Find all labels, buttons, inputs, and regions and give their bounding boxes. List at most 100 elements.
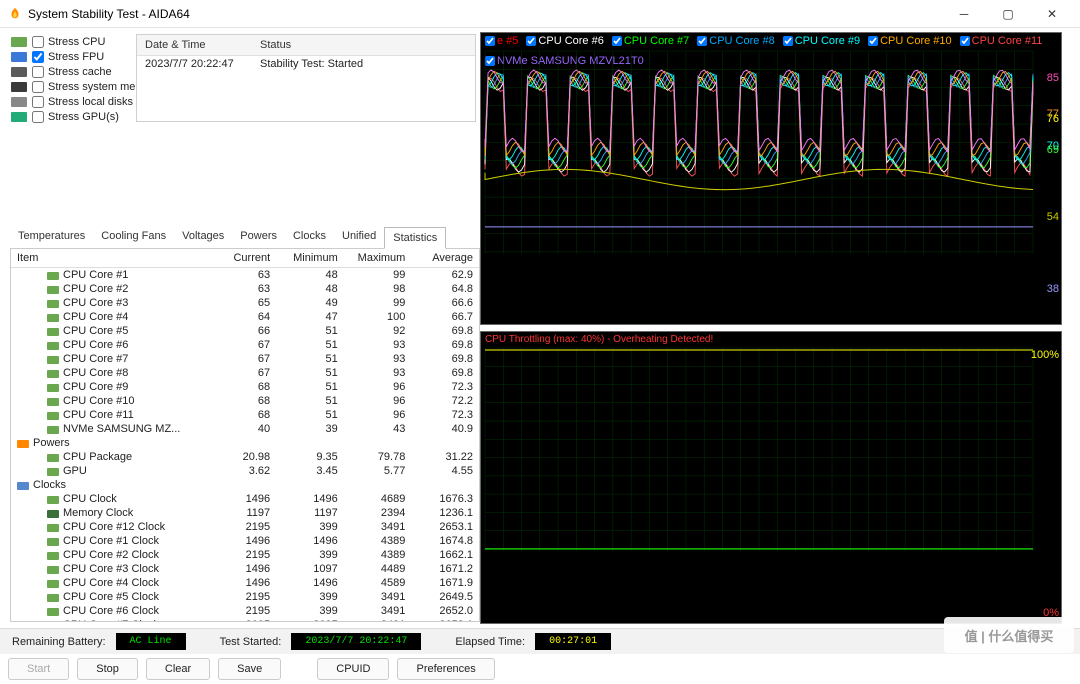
throttling-chart: CPU Throttling (max: 40%) - Overheating … [480,331,1062,624]
tab-statistics[interactable]: Statistics [384,227,446,249]
table-row[interactable]: CPU Core #7 Clock2095209534912658.1 [11,618,479,622]
cpu-icon [47,355,59,363]
table-row[interactable]: CPU Core #1168519672.3 [11,408,479,422]
minimize-button[interactable]: ─ [944,2,984,26]
cpu-icon [47,299,59,307]
cpu-icon [47,327,59,335]
table-row[interactable]: CPU Core #3 Clock1496109744891671.2 [11,562,479,576]
table-row[interactable]: CPU Core #1 Clock1496149643891674.8 [11,534,479,548]
save-button[interactable]: Save [218,658,281,680]
table-row[interactable]: CPU Clock1496149646891676.3 [11,492,479,506]
legend-item[interactable]: e #5 [485,35,518,47]
status-bar: Remaining Battery: AC Line Test Started:… [0,628,1080,654]
stress-checkbox[interactable] [32,96,44,108]
battery-label: Remaining Battery: [12,636,106,648]
stop-button[interactable]: Stop [77,658,138,680]
legend-checkbox[interactable] [485,36,495,46]
cpuid-button[interactable]: CPUID [317,658,389,680]
cpu-icon [47,453,59,461]
legend-item[interactable]: CPU Core #7 [612,35,689,47]
legend-checkbox[interactable] [783,36,793,46]
table-row[interactable]: CPU Core #4644710066.7 [11,310,479,324]
legend-checkbox[interactable] [526,36,536,46]
table-row[interactable]: CPU Core #667519369.8 [11,338,479,352]
tab-clocks[interactable]: Clocks [285,226,334,248]
table-row[interactable]: CPU Core #163489962.9 [11,268,479,283]
stress-checkbox[interactable] [32,51,44,63]
statistics-table[interactable]: ItemCurrentMinimumMaximumAverageCPU Core… [10,248,480,622]
table-row[interactable]: NVMe SAMSUNG MZ...40394340.9 [11,422,479,436]
stress-label: Stress local disks [48,96,133,108]
start-button[interactable]: Start [8,658,69,680]
table-row[interactable]: CPU Core #867519369.8 [11,366,479,380]
stress-checkbox[interactable] [32,36,44,48]
cpu-icon [47,607,59,615]
table-row[interactable]: CPU Package20.989.3579.7831.22 [11,450,479,464]
legend-item[interactable]: CPU Core #6 [526,35,603,47]
close-button[interactable]: ✕ [1032,2,1072,26]
table-row[interactable]: CPU Core #767519369.8 [11,352,479,366]
cpu-icon [47,425,59,433]
stress-checkbox[interactable] [32,66,44,78]
cpu-icon [47,313,59,321]
tab-temperatures[interactable]: Temperatures [10,226,93,248]
table-row[interactable]: CPU Core #2 Clock219539943891662.1 [11,548,479,562]
elapsed-label: Elapsed Time: [455,636,525,648]
table-row[interactable]: CPU Core #4 Clock1496149645891671.9 [11,576,479,590]
legend-label: e #5 [497,35,518,47]
stress-label: Stress FPU [48,51,104,63]
table-row[interactable]: CPU Core #1068519672.2 [11,394,479,408]
legend-checkbox[interactable] [960,36,970,46]
stress-checkbox[interactable] [32,111,44,123]
legend-label: CPU Core #11 [972,35,1043,47]
table-row[interactable]: Powers [11,436,479,450]
legend-item[interactable]: CPU Core #8 [697,35,774,47]
cpu-icon [47,593,59,601]
table-row[interactable]: CPU Core #6 Clock219539934912652.0 [11,604,479,618]
cpu-icon [47,565,59,573]
table-row[interactable]: CPU Core #968519672.3 [11,380,479,394]
tab-voltages[interactable]: Voltages [174,226,232,248]
legend-item[interactable]: CPU Core #9 [783,35,860,47]
watermark: 值 | 什么值得买 [944,617,1074,653]
legend-label: CPU Core #6 [538,35,603,47]
stress-label: Stress GPU(s) [48,111,119,123]
started-label: Test Started: [220,636,282,648]
log-header-datetime: Date & Time [137,35,252,55]
ram-icon [10,81,28,93]
clock-icon [17,481,29,489]
table-row[interactable]: Memory Clock1197119723941236.1 [11,506,479,520]
legend-item[interactable]: CPU Core #10 [868,35,952,47]
cache-icon [10,66,28,78]
table-row[interactable]: CPU Core #365499966.6 [11,296,479,310]
log-header-status: Status [252,35,299,55]
throttle-title: CPU Throttling (max: 40%) - Overheating … [485,334,1057,345]
table-row[interactable]: CPU Core #12 Clock219539934912653.1 [11,520,479,534]
stress-checkbox[interactable] [32,81,44,93]
tab-powers[interactable]: Powers [232,226,285,248]
clear-button[interactable]: Clear [146,658,210,680]
table-row[interactable]: CPU Core #566519269.8 [11,324,479,338]
tab-cooling-fans[interactable]: Cooling Fans [93,226,174,248]
ram-icon [47,509,59,517]
app-icon [8,7,22,21]
maximize-button[interactable]: ▢ [988,2,1028,26]
table-row[interactable]: GPU3.623.455.774.55 [11,464,479,478]
table-row[interactable]: Clocks [11,478,479,492]
legend-item[interactable]: CPU Core #11 [960,35,1043,47]
temperature-chart: e #5 CPU Core #6 CPU Core #7 CPU Core #8 CPU… [480,32,1062,325]
button-row: Start Stop Clear Save CPUID Preferences [0,654,1080,684]
tab-unified[interactable]: Unified [334,226,384,248]
gpu-icon [10,111,28,123]
legend-checkbox[interactable] [868,36,878,46]
titlebar: System Stability Test - AIDA64 ─ ▢ ✕ [0,0,1080,28]
legend-checkbox[interactable] [697,36,707,46]
table-row[interactable]: CPU Core #5 Clock219539934912649.5 [11,590,479,604]
preferences-button[interactable]: Preferences [397,658,494,680]
legend-checkbox[interactable] [612,36,622,46]
cpu-icon [47,551,59,559]
table-row[interactable]: CPU Core #263489864.8 [11,282,479,296]
window-title: System Stability Test - AIDA64 [28,7,190,21]
cpu-icon [47,523,59,531]
cpu-icon [10,36,28,48]
